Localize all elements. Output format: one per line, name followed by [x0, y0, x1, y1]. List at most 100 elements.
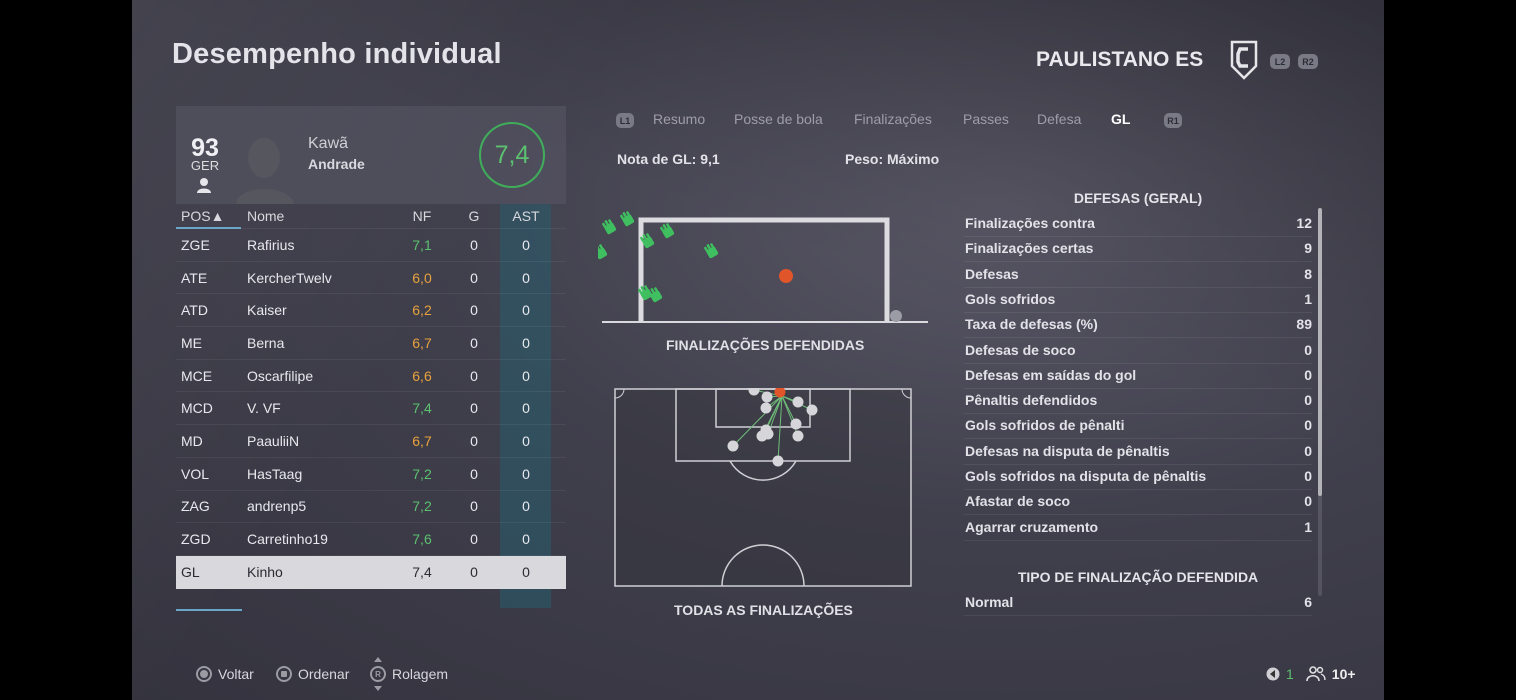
row-pos: ATE — [181, 269, 208, 286]
table-row[interactable]: ZGE Rafirius 7,1 0 0 — [176, 229, 566, 262]
glove-icon — [648, 287, 663, 303]
table-row[interactable]: ATE KercherTwelv 6,0 0 0 — [176, 262, 566, 295]
row-name: Rafirius — [247, 236, 295, 253]
glove-icon — [598, 244, 608, 260]
row-goals: 0 — [470, 236, 478, 253]
stat-value: 0 — [1304, 366, 1312, 383]
tab-finalizacoes[interactable]: Finalizações — [854, 111, 932, 127]
stat-value: 1 — [1304, 518, 1312, 535]
stat-value: 0 — [1304, 493, 1312, 510]
pitch-outline — [614, 388, 912, 587]
club-crest-icon — [1230, 40, 1258, 80]
page-title: Desempenho individual — [172, 38, 502, 70]
r1-button[interactable]: R1 — [1164, 113, 1182, 128]
table-row[interactable]: MCD V. VF 7,4 0 0 — [176, 392, 566, 426]
table-row[interactable]: ME Berna 6,7 0 0 — [176, 327, 566, 360]
glove-icon — [660, 223, 675, 239]
shot-marker — [760, 402, 772, 414]
table-body: ZGE Rafirius 7,1 0 0 ATE KercherTwelv 6,0 0 0 ATD K… — [176, 229, 566, 589]
shot-marker — [727, 440, 739, 452]
stat-value: 0 — [1304, 468, 1312, 484]
l2-button[interactable]: L2 — [1270, 54, 1290, 69]
row-goals: 0 — [470, 400, 478, 417]
goal-caption: FINALIZAÇÕES DEFENDIDAS — [666, 337, 865, 353]
row-pos: ZGE — [181, 236, 210, 253]
glove-icon — [704, 243, 719, 259]
shot-marker — [772, 455, 784, 467]
table-row[interactable]: MCE Oscarfilipe 6,6 0 0 — [176, 360, 566, 393]
l1-button[interactable]: L1 — [616, 113, 634, 128]
row-goals: 0 — [470, 432, 478, 449]
stat-row: Finalizações contra 12 — [964, 211, 1312, 237]
stat-row: Finalizações certas 9 — [964, 236, 1312, 263]
row-assists: 0 — [522, 269, 530, 286]
stat-row: Defesas 8 — [964, 262, 1312, 288]
col-name-header[interactable]: Nome — [247, 204, 397, 228]
row-rating: 7,4 — [412, 400, 432, 417]
player-first-name: Kawã — [308, 135, 349, 152]
row-name: Carretinho19 — [247, 531, 328, 548]
r2-button[interactable]: R2 — [1298, 54, 1318, 69]
row-rating: 6,7 — [412, 432, 432, 449]
stat-label: Afastar de soco — [965, 493, 1071, 510]
row-assists: 0 — [522, 498, 530, 515]
scroll-hint[interactable]: R Rolagem — [370, 657, 448, 691]
row-goals: 0 — [470, 465, 478, 482]
back-hint[interactable]: Voltar — [196, 666, 254, 682]
tab-defesa[interactable]: Defesa — [1037, 111, 1081, 127]
row-pos: GL — [181, 563, 200, 580]
team-name: PAULISTANO ES — [1036, 48, 1204, 71]
row-assists: 0 — [522, 236, 530, 253]
stat-label: Defesas em saídas do gol — [965, 366, 1137, 383]
row-goals: 0 — [470, 531, 478, 548]
stat-row: Gols sofridos de pênalti 0 — [964, 413, 1312, 440]
stat-row: Taxa de defesas (%) 89 — [964, 312, 1312, 339]
stat-row: Defesas de soco 0 — [964, 338, 1312, 364]
table-row[interactable]: ATD Kaiser 6,2 0 0 — [176, 294, 566, 328]
table-row[interactable]: VOL HasTaag 7,2 0 0 — [176, 458, 566, 491]
col-ast-header[interactable]: AST — [506, 204, 546, 228]
row-rating: 6,0 — [412, 269, 432, 286]
shot-type-title: TIPO DE FINALIZAÇÃO DEFENDIDA — [1017, 569, 1259, 585]
table-row[interactable]: ZAG andrenp5 7,2 0 0 — [176, 491, 566, 524]
row-pos: ZAG — [181, 498, 210, 515]
col-nf-header[interactable]: NF — [402, 204, 442, 228]
square-button-icon — [276, 666, 292, 682]
row-rating: 6,2 — [412, 302, 432, 319]
table-scroll-indicator — [176, 609, 242, 611]
row-name: KercherTwelv — [247, 269, 332, 286]
row-name: Kinho — [247, 563, 283, 580]
stat-value: 8 — [1304, 265, 1312, 282]
stat-value: 1 — [1304, 290, 1312, 307]
table-row[interactable]: ZGD Carretinho19 7,6 0 0 — [176, 523, 566, 556]
tab-posse-de-bola[interactable]: Posse de bola — [734, 111, 823, 127]
goal-conceded-icon — [779, 269, 793, 283]
shot-type-row: Normal 6 — [964, 590, 1312, 616]
table-header: POS▲ Nome NF G AST — [176, 204, 566, 229]
row-pos: MCD — [181, 400, 213, 417]
stats-scroll-thumb[interactable] — [1318, 208, 1322, 496]
stat-label: Finalizações contra — [965, 215, 1095, 231]
stat-row: Defesas na disputa de pênaltis 0 — [964, 439, 1312, 465]
table-row[interactable]: GL Kinho 7,4 0 0 — [176, 555, 566, 589]
players-icon — [1305, 666, 1326, 682]
stat-row: Gols sofridos na disputa de pênaltis 0 — [964, 464, 1312, 490]
row-rating: 7,2 — [412, 465, 432, 482]
row-name: andrenp5 — [247, 498, 307, 515]
tab-passes[interactable]: Passes — [963, 111, 1009, 127]
stat-row: Agarrar cruzamento 1 — [964, 515, 1312, 541]
glove-marks — [598, 211, 719, 303]
row-goals: 0 — [470, 302, 478, 319]
col-pos-header[interactable]: POS▲ — [181, 204, 241, 228]
tab-resumo[interactable]: Resumo — [653, 111, 705, 127]
sort-hint[interactable]: Ordenar — [276, 666, 349, 682]
sort-label: Ordenar — [298, 666, 350, 682]
stat-value: 9 — [1304, 240, 1312, 257]
row-pos: ATD — [181, 302, 208, 319]
tab-gl[interactable]: GL — [1111, 111, 1130, 127]
row-name: Kaiser — [247, 302, 287, 319]
stat-value: 12 — [1296, 215, 1312, 231]
col-g-header[interactable]: G — [454, 204, 494, 228]
table-row[interactable]: MD PaauliiN 6,7 0 0 — [176, 425, 566, 458]
stat-label: Gols sofridos na disputa de pênaltis — [965, 468, 1207, 484]
